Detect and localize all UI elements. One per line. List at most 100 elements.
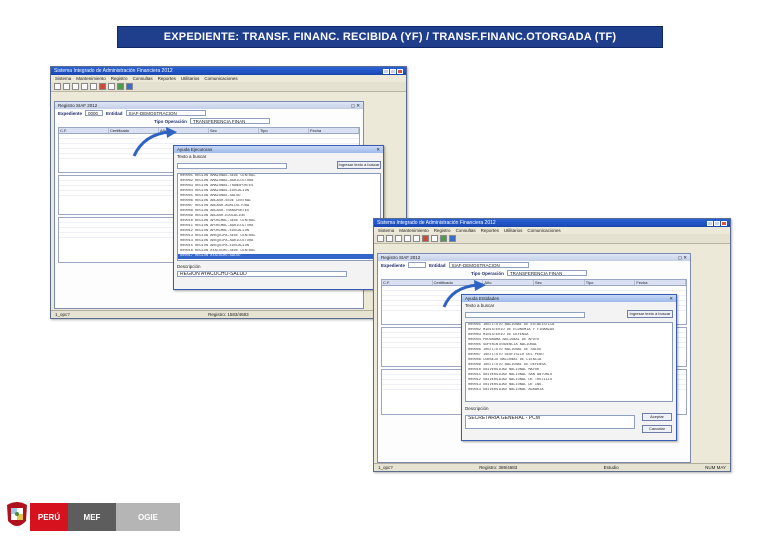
menu-reportes[interactable]: Reportes — [481, 228, 499, 233]
entidades-search-button[interactable]: Ingresar texto a buscar — [627, 310, 673, 318]
ejecutoras-desc-label: Descripción — [177, 264, 201, 269]
close-icon[interactable] — [721, 220, 727, 226]
tipo-row-2: Tipo Operación TRANSFERENCIA FINAN — [378, 269, 690, 277]
grid-col-tipo-1: Tipo — [259, 128, 309, 133]
ejecutoras-desc-field[interactable]: REGION AYACUCHO-SALUD — [177, 271, 347, 277]
window-2-toolbar — [374, 234, 730, 244]
tipo-field-1[interactable]: TRANSFERENCIA FINAN — [189, 118, 270, 124]
status-right-2: Estudio — [603, 465, 619, 470]
entidades-search-input[interactable] — [465, 312, 585, 318]
menu-mantenimiento[interactable]: Mantenimiento — [399, 228, 429, 233]
grid-col-fecha-1: Fecha — [309, 128, 359, 133]
entidad-field-2[interactable]: SIAF-DEMOSTRACION — [448, 262, 529, 268]
window-1-controls[interactable] — [383, 68, 403, 74]
excel-icon[interactable] — [440, 235, 447, 242]
close-icon[interactable] — [397, 68, 403, 74]
grid-col-cf-2: C.F. — [382, 280, 433, 285]
delete-icon[interactable] — [99, 83, 106, 90]
tipo-row-1: Tipo Operación TRANSFERENCIA FINAN — [55, 117, 363, 125]
arrow-icon — [442, 280, 486, 308]
grid-col-cf-1: C.F. — [59, 128, 109, 133]
minimize-icon[interactable] — [707, 220, 713, 226]
dialog-close-icon[interactable]: ✕ — [376, 147, 380, 152]
menu-registro[interactable]: Registro — [434, 228, 451, 233]
dialog-close-icon[interactable]: ✕ — [669, 296, 673, 301]
screenshot-window-1: Sistema Integrado de Administración Fina… — [50, 66, 407, 319]
minimize-icon[interactable] — [383, 68, 389, 74]
entidad-field-1[interactable]: SIAF-DEMOSTRACION — [125, 110, 206, 116]
entidades-desc-label: Descripción — [465, 406, 489, 411]
maximize-icon[interactable] — [390, 68, 396, 74]
window-2-titlebar: Sistema Integrado de Administración Fina… — [374, 219, 730, 227]
status-mid-1: Registro: 1583/4683 — [208, 312, 249, 317]
footer-peru: PERÚ — [30, 503, 68, 531]
cancelar-button[interactable]: Cancelar — [642, 425, 672, 433]
ayuda-ejecutoras-title: Ayuda Ejecutoras — [177, 147, 213, 152]
new-icon[interactable] — [54, 83, 61, 90]
expediente-field-1[interactable]: 0000 — [85, 110, 104, 116]
save-icon[interactable] — [395, 235, 402, 242]
ejecutoras-list[interactable]: 000001 REGION AMAZONAS-SEDE CENTRAL 00000… — [177, 173, 381, 261]
help-icon[interactable] — [449, 235, 456, 242]
expediente-field-2[interactable] — [408, 262, 427, 268]
menu-consultas[interactable]: Consultas — [456, 228, 476, 233]
entidades-list[interactable]: 000001 INSTITUTO NACIONAL DE ESTADISTICA… — [465, 322, 673, 402]
save-icon[interactable] — [72, 83, 79, 90]
tipo-label-1: Tipo Operación — [154, 118, 187, 124]
ejecutoras-search-input[interactable] — [177, 163, 287, 169]
grid-col-sec-2: Sec — [534, 280, 585, 285]
find-icon[interactable] — [108, 83, 115, 90]
entidad-label-2: Entidad — [429, 262, 446, 268]
status-mid-2: Registro: 389/4683 — [479, 465, 518, 470]
screenshot-window-2: Sistema Integrado de Administración Fina… — [373, 218, 731, 472]
ejecutoras-search-label: Texto a buscar — [177, 154, 207, 159]
window-1-menubar: Sistema Mantenimiento Registro Consultas… — [51, 75, 406, 82]
menu-utilitarios[interactable]: Utilitarios — [504, 228, 523, 233]
expediente-row-2: Expediente Entidad SIAF-DEMOSTRACION — [378, 261, 690, 269]
registro-title-1: Registro SIAF 2012 ▢ ✕ — [55, 102, 363, 109]
expediente-label-2: Expediente — [381, 262, 406, 268]
copy-icon[interactable] — [90, 83, 97, 90]
print-icon[interactable] — [81, 83, 88, 90]
menu-mantenimiento[interactable]: Mantenimiento — [76, 76, 106, 81]
grid-col-fecha-2: Fecha — [635, 280, 687, 285]
window-1-statusbar: 1_opc? Registro: 1583/4683 Estudio — [51, 310, 406, 318]
list-item[interactable]: 000017 REGION AYACUCHO-SALUD — [178, 254, 380, 259]
footer-ogie: OGIE — [116, 503, 180, 531]
excel-icon[interactable] — [117, 83, 124, 90]
ejecutoras-search-button[interactable]: Ingresar texto a buscar — [337, 161, 381, 169]
print-icon[interactable] — [404, 235, 411, 242]
open-icon[interactable] — [63, 83, 70, 90]
find-icon[interactable] — [431, 235, 438, 242]
status-left-1: 1_opc? — [55, 312, 70, 317]
menu-utilitarios[interactable]: Utilitarios — [181, 76, 200, 81]
maximize-icon[interactable] — [714, 220, 720, 226]
menu-comunicaciones[interactable]: Comunicaciones — [204, 76, 237, 81]
open-icon[interactable] — [386, 235, 393, 242]
ayuda-entidades-titlebar: Ayuda Entidades ✕ — [462, 295, 676, 302]
delete-icon[interactable] — [422, 235, 429, 242]
menu-comunicaciones[interactable]: Comunicaciones — [527, 228, 560, 233]
new-icon[interactable] — [377, 235, 384, 242]
entidades-search-row: Texto a buscar — [462, 302, 676, 309]
registro-title-text-1: Registro SIAF 2012 — [58, 103, 98, 108]
window-1-toolbar — [51, 82, 406, 92]
menu-consultas[interactable]: Consultas — [133, 76, 153, 81]
menu-sistema[interactable]: Sistema — [55, 76, 71, 81]
menu-sistema[interactable]: Sistema — [378, 228, 394, 233]
ayuda-ejecutoras-titlebar: Ayuda Ejecutoras ✕ — [174, 146, 383, 153]
aceptar-button[interactable]: Aceptar — [642, 413, 672, 421]
entidades-desc-field[interactable]: SECRETARIA GENERAL - PCM — [465, 415, 635, 429]
ayuda-entidades-dialog: Ayuda Entidades ✕ Texto a buscar Ingresar… — [461, 294, 677, 441]
menu-registro[interactable]: Registro — [111, 76, 128, 81]
window-2-controls[interactable] — [707, 220, 727, 226]
tipo-field-2[interactable]: TRANSFERENCIA FINAN — [506, 270, 587, 276]
arrow-icon — [132, 127, 177, 157]
ejecutoras-desc-row: Descripción — [174, 263, 204, 270]
copy-icon[interactable] — [413, 235, 420, 242]
menu-reportes[interactable]: Reportes — [158, 76, 176, 81]
status-keys-2: NUM MAY — [705, 465, 726, 470]
expediente-label-1: Expediente — [58, 110, 83, 116]
list-item[interactable]: 000014 UNIVERSIDAD NACIONAL AGRARIA — [466, 388, 672, 393]
help-icon[interactable] — [126, 83, 133, 90]
